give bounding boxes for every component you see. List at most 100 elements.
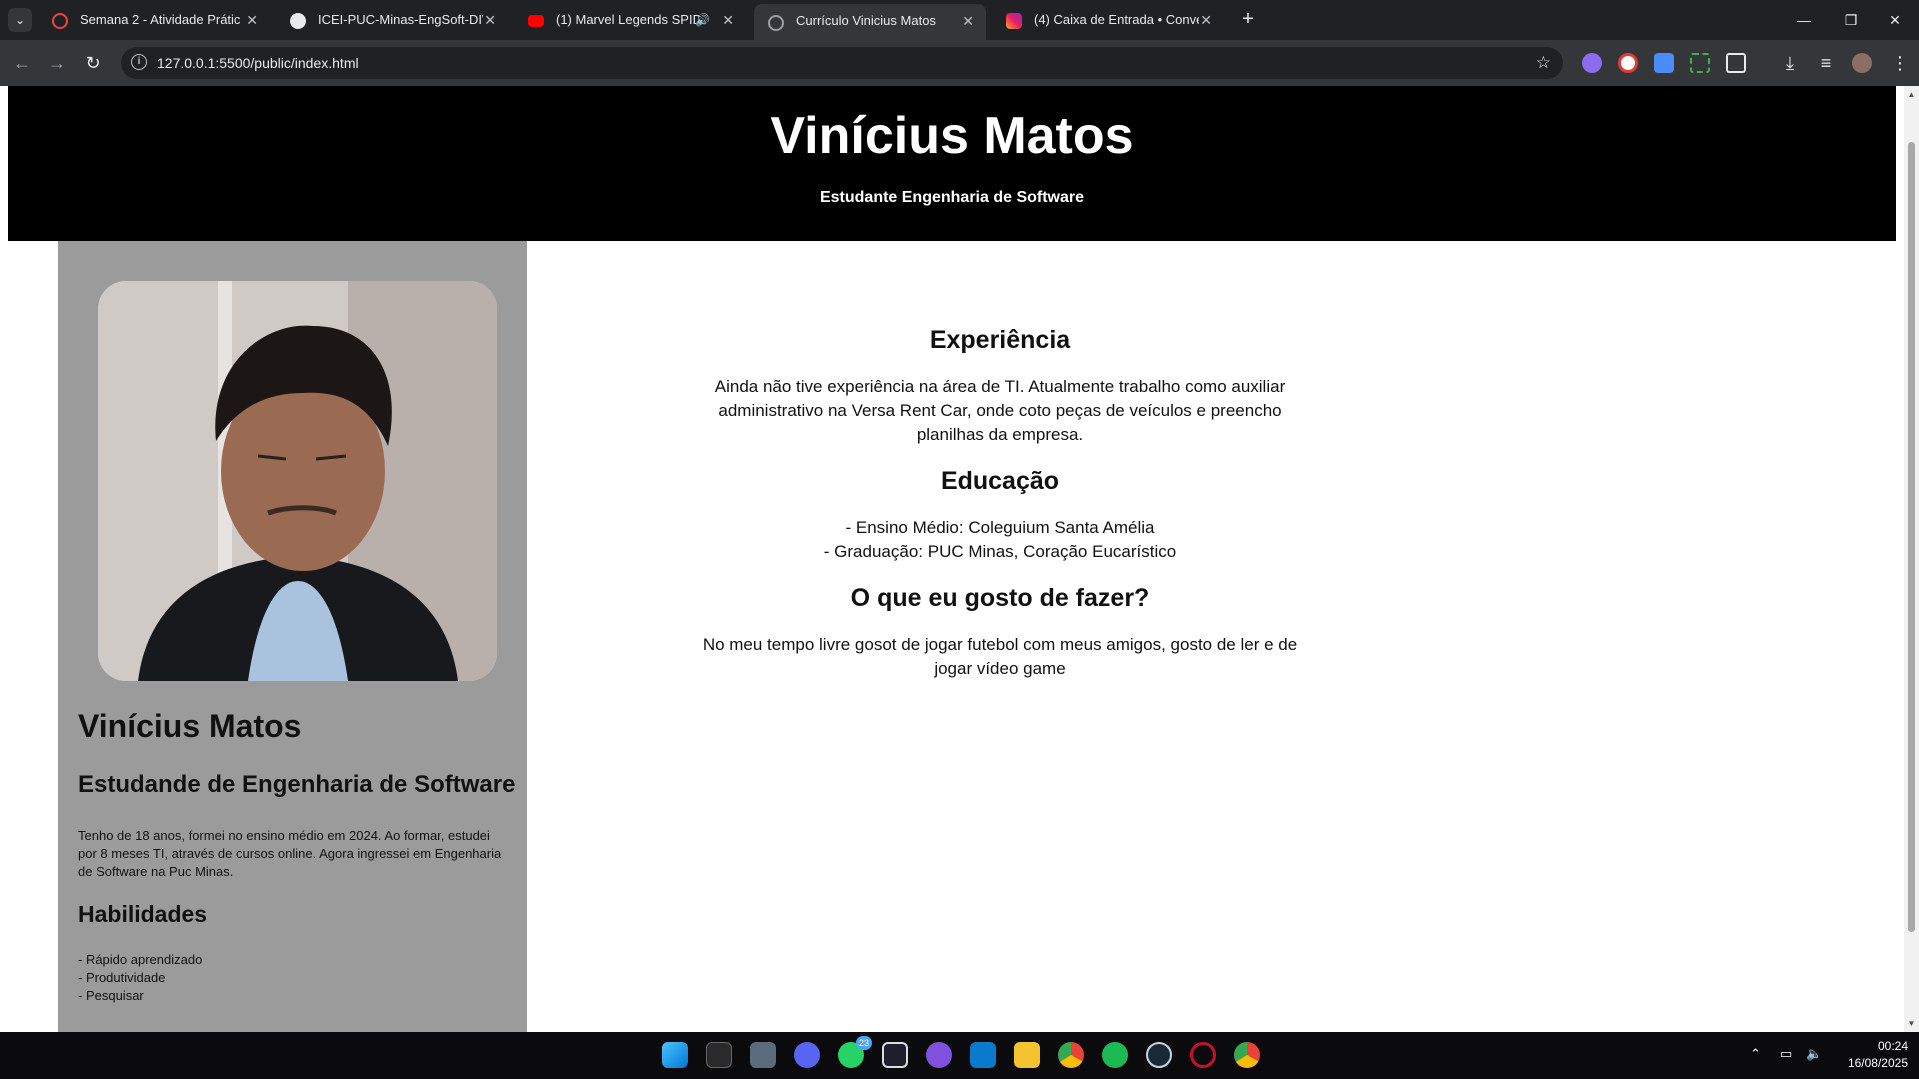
playlist-icon: ≡: [1820, 53, 1832, 73]
skills-list: - Rápido aprendizado - Produtividade - P…: [78, 951, 202, 1005]
clock-date[interactable]: 16/08/2025: [1836, 1056, 1908, 1070]
sidebar-name: Vinícius Matos: [78, 708, 302, 744]
close-tab-icon[interactable]: ✕: [484, 4, 496, 36]
profile-photo: [98, 281, 497, 681]
tab-label: (4) Caixa de Entrada • Conversa: [1034, 12, 1199, 27]
extension-green-icon[interactable]: [1690, 53, 1710, 73]
whatsapp-icon[interactable]: 23: [838, 1036, 872, 1068]
experience-heading: Experiência: [929, 326, 1071, 354]
steam-icon[interactable]: [1146, 1042, 1172, 1068]
header-title: Vinícius Matos: [770, 107, 1134, 165]
github-desktop-icon[interactable]: [926, 1042, 952, 1068]
app-icon[interactable]: [750, 1042, 776, 1068]
spotify-icon[interactable]: [1102, 1042, 1128, 1068]
browser-menu-button[interactable]: ⋮: [1886, 49, 1914, 77]
tab-label: Currículo Vinicius Matos: [796, 13, 936, 28]
clock-time[interactable]: 00:24: [1860, 1039, 1908, 1053]
browser-toolbar: ← → ↻ i 127.0.0.1:5500/public/index.html…: [0, 40, 1919, 86]
tab-search-button[interactable]: ⌄: [8, 8, 32, 32]
profile-avatar[interactable]: [1852, 53, 1872, 73]
downloads-button[interactable]: ⤓: [1776, 49, 1804, 77]
minimize-icon: —: [1797, 12, 1811, 28]
github-icon: [290, 13, 306, 29]
close-window-button[interactable]: ✕: [1875, 6, 1915, 34]
education-line: - Ensino Médio: Coleguium Santa Amélia: [845, 518, 1155, 537]
reload-button[interactable]: ↻: [79, 49, 107, 77]
scroll-up-icon[interactable]: ▲: [1907, 90, 1916, 99]
site-info-icon[interactable]: i: [131, 54, 147, 70]
extension-gear-icon[interactable]: [1582, 53, 1602, 73]
reload-icon: ↻: [85, 53, 101, 73]
education-heading: Educação: [940, 467, 1060, 495]
back-button[interactable]: ←: [8, 49, 36, 77]
download-icon: ⤓: [1786, 53, 1794, 73]
browser-tab-strip: ⌄ Semana 2 - Atividade Prática ✕ ICEI-PU…: [0, 0, 1919, 40]
hobbies-heading: O que eu gosto de fazer?: [850, 584, 1150, 612]
skill-item: - Pesquisar: [78, 988, 144, 1003]
header-subtitle: Estudante Engenharia de Software: [819, 189, 1085, 206]
hobbies-text: No meu tempo livre gosot de jogar futebo…: [702, 635, 1298, 678]
media-controls-button[interactable]: ≡: [1812, 49, 1840, 77]
arrow-left-icon: ←: [13, 53, 31, 73]
address-url[interactable]: 127.0.0.1:5500/public/index.html: [157, 47, 359, 79]
new-tab-button[interactable]: +: [1236, 8, 1260, 32]
opera-gx-icon[interactable]: [1190, 1042, 1216, 1068]
discord-icon[interactable]: [794, 1042, 820, 1068]
chrome-profile-icon[interactable]: [1234, 1042, 1260, 1068]
speaker-icon[interactable]: 🔊: [695, 4, 710, 36]
skill-item: - Rápido aprendizado: [78, 952, 203, 967]
plus-icon: +: [1242, 8, 1254, 30]
vscode-icon[interactable]: [970, 1042, 996, 1068]
browser-tab-1[interactable]: Semana 2 - Atividade Prática ✕: [38, 4, 270, 36]
browser-tab-5[interactable]: (4) Caixa de Entrada • Conversa ✕: [992, 4, 1224, 36]
globe-icon: [768, 15, 784, 31]
instagram-icon: [1006, 13, 1022, 29]
volume-icon[interactable]: 🔈: [1806, 1046, 1822, 1062]
scrollbar-thumb[interactable]: [1908, 142, 1915, 932]
intellij-icon[interactable]: [882, 1042, 908, 1068]
spinner-icon: [52, 13, 68, 29]
close-tab-icon[interactable]: ✕: [1200, 4, 1212, 36]
chevron-down-icon: ⌄: [14, 13, 26, 27]
tab-label: ICEI-PUC-Minas-EngSoft-DIW/t: [318, 12, 483, 27]
close-tab-icon[interactable]: ✕: [246, 4, 258, 36]
page-viewport: Vinícius Matos Estudante Engenharia de S…: [0, 86, 1904, 1032]
whatsapp-badge: 23: [856, 1036, 872, 1050]
sidebar-bio: Tenho de 18 anos, formei no ensino médio…: [78, 828, 502, 879]
windows-start-icon[interactable]: [662, 1042, 688, 1068]
close-tab-icon[interactable]: ✕: [722, 4, 734, 36]
bookmark-star-icon[interactable]: ☆: [1536, 47, 1551, 79]
page-scrollbar[interactable]: ▲ ▼: [1904, 86, 1919, 1032]
minimize-button[interactable]: —: [1784, 6, 1824, 34]
browser-tab-4-active[interactable]: Currículo Vinicius Matos ✕: [754, 4, 986, 40]
close-icon: ✕: [1889, 12, 1901, 28]
main-content: Experiência Ainda não tive experiência n…: [700, 326, 1300, 681]
forward-button[interactable]: →: [43, 49, 71, 77]
site-header: Vinícius Matos Estudante Engenharia de S…: [8, 86, 1896, 241]
scroll-down-icon[interactable]: ▼: [1907, 1019, 1916, 1028]
browser-tab-2[interactable]: ICEI-PUC-Minas-EngSoft-DIW/t ✕: [276, 4, 508, 36]
tab-label: (1) Marvel Legends SPIDER-: [556, 12, 701, 27]
experience-text: Ainda não tive experiência na área de TI…: [714, 377, 1286, 444]
kebab-menu-icon: ⋮: [1891, 53, 1909, 73]
skills-heading: Habilidades: [78, 901, 208, 927]
arrow-right-icon: →: [48, 53, 66, 73]
file-explorer-icon[interactable]: [1014, 1042, 1040, 1068]
restore-icon: ❐: [1844, 12, 1858, 28]
close-tab-icon[interactable]: ✕: [962, 4, 974, 38]
windows-taskbar: 23 ⌃ ▭ 🔈 00:24 16/08/2025: [0, 1032, 1919, 1079]
tab-label: Semana 2 - Atividade Prática: [80, 12, 240, 27]
extension-blue-icon[interactable]: [1654, 53, 1674, 73]
extension-red-icon[interactable]: [1618, 53, 1638, 73]
chrome-icon[interactable]: [1058, 1042, 1084, 1068]
sidebar-role: Estudande de Engenharia de Software: [78, 771, 516, 798]
restore-button[interactable]: ❐: [1831, 6, 1871, 34]
youtube-icon: [528, 15, 544, 27]
address-bar[interactable]: i 127.0.0.1:5500/public/index.html ☆: [121, 47, 1563, 79]
epic-games-icon[interactable]: [706, 1042, 732, 1068]
extensions-puzzle-icon[interactable]: [1726, 53, 1746, 73]
skill-item: - Produtividade: [78, 970, 166, 985]
chevron-up-icon[interactable]: ⌃: [1750, 1046, 1761, 1062]
network-icon[interactable]: ▭: [1780, 1046, 1792, 1062]
browser-tab-3[interactable]: (1) Marvel Legends SPIDER- 🔊 ✕: [514, 4, 746, 36]
